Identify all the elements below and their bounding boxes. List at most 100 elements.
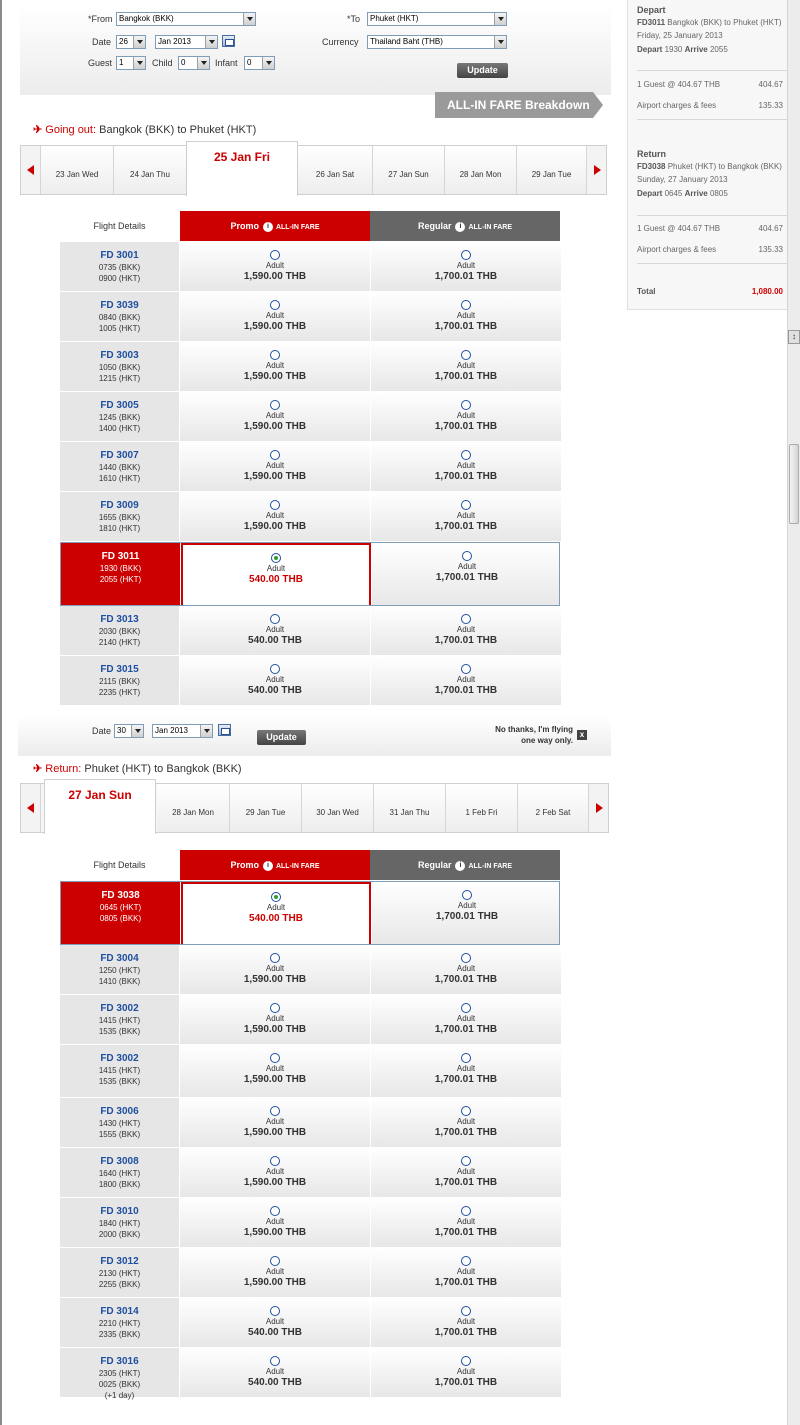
regular-fare-cell[interactable]: Adult 1,700.01 THB <box>372 882 559 944</box>
info-icon[interactable]: i <box>262 860 273 871</box>
flight-number[interactable]: FD 3011 <box>61 551 180 563</box>
fare-breakdown-button[interactable]: ALL-IN FARE Breakdown <box>435 92 603 118</box>
promo-fare-radio[interactable] <box>270 300 280 310</box>
flight-number[interactable]: FD 3039 <box>60 300 179 312</box>
regular-fare-radio[interactable] <box>461 1106 471 1116</box>
scrollbar-thumb[interactable] <box>789 444 799 524</box>
info-icon[interactable]: i <box>262 221 273 232</box>
promo-fare-cell[interactable]: Adult 540.00 THB <box>180 656 370 706</box>
regular-fare-radio[interactable] <box>461 1053 471 1063</box>
promo-fare-cell[interactable]: Adult 1,590.00 THB <box>180 1098 370 1148</box>
promo-fare-cell[interactable]: Adult 1,590.00 THB <box>180 1148 370 1198</box>
regular-fare-radio[interactable] <box>461 1256 471 1266</box>
regular-fare-cell[interactable]: Adult 1,700.01 THB <box>371 492 561 542</box>
promo-fare-cell[interactable]: Adult 1,590.00 THB <box>180 1198 370 1248</box>
regular-fare-radio[interactable] <box>461 300 471 310</box>
regular-fare-cell[interactable]: Adult 1,700.01 THB <box>371 242 561 292</box>
flight-number[interactable]: FD 3002 <box>60 1003 179 1015</box>
promo-fare-cell[interactable]: Adult 1,590.00 THB <box>180 442 370 492</box>
return-prev-dates[interactable] <box>21 784 41 832</box>
regular-fare-radio[interactable] <box>462 890 472 900</box>
flight-number[interactable]: FD 3014 <box>60 1306 179 1318</box>
return-month-select[interactable]: Jan 2013 <box>152 724 213 738</box>
regular-fare-cell[interactable]: Adult 1,700.01 THB <box>371 392 561 442</box>
regular-fare-cell[interactable]: Adult 1,700.01 THB <box>371 1045 561 1098</box>
flight-number[interactable]: FD 3007 <box>60 450 179 462</box>
regular-fare-cell[interactable]: Adult 1,700.01 THB <box>371 442 561 492</box>
promo-fare-radio[interactable] <box>271 892 281 902</box>
regular-fare-cell[interactable]: Adult 1,700.01 THB <box>371 1148 561 1198</box>
regular-fare-cell[interactable]: Adult 1,700.01 THB <box>371 1348 561 1398</box>
promo-fare-radio[interactable] <box>270 1356 280 1366</box>
regular-fare-cell[interactable]: Adult 1,700.01 THB <box>371 292 561 342</box>
promo-fare-cell[interactable]: Adult 1,590.00 THB <box>180 1248 370 1298</box>
outbound-date-option[interactable]: 26 Jan Sat <box>298 146 373 194</box>
to-select[interactable]: Phuket (HKT) <box>367 12 507 26</box>
promo-fare-cell[interactable]: Adult 1,590.00 THB <box>180 492 370 542</box>
promo-fare-radio[interactable] <box>270 250 280 260</box>
return-date-option[interactable]: 30 Jan Wed <box>302 784 374 832</box>
promo-fare-radio[interactable] <box>270 664 280 674</box>
promo-fare-radio[interactable] <box>270 1256 280 1266</box>
regular-fare-radio[interactable] <box>461 1306 471 1316</box>
regular-fare-cell[interactable]: Adult 1,700.01 THB <box>371 606 561 656</box>
calendar-icon[interactable] <box>218 724 231 736</box>
calendar-icon[interactable] <box>222 35 235 47</box>
from-select[interactable]: Bangkok (BKK) <box>116 12 256 26</box>
regular-fare-radio[interactable] <box>461 250 471 260</box>
promo-fare-radio[interactable] <box>270 614 280 624</box>
regular-fare-radio[interactable] <box>461 1356 471 1366</box>
regular-fare-cell[interactable]: Adult 1,700.01 THB <box>372 543 559 605</box>
return-day-select[interactable]: 30 <box>114 724 144 738</box>
regular-fare-cell[interactable]: Adult 1,700.01 THB <box>371 656 561 706</box>
guest-select[interactable]: 1 <box>116 56 146 70</box>
flight-number[interactable]: FD 3038 <box>61 890 180 902</box>
regular-fare-radio[interactable] <box>461 1003 471 1013</box>
outbound-date-option[interactable]: 28 Jan Mon <box>445 146 517 194</box>
return-next-dates[interactable] <box>588 784 608 832</box>
info-icon[interactable]: i <box>455 860 466 871</box>
flight-number[interactable]: FD 3013 <box>60 614 179 626</box>
flight-number[interactable]: FD 3003 <box>60 350 179 362</box>
regular-fare-cell[interactable]: Adult 1,700.01 THB <box>371 1198 561 1248</box>
currency-select[interactable]: Thailand Baht (THB) <box>367 35 507 49</box>
return-update-button[interactable]: Update <box>257 730 306 745</box>
child-select[interactable]: 0 <box>178 56 210 70</box>
regular-fare-radio[interactable] <box>461 400 471 410</box>
regular-fare-cell[interactable]: Adult 1,700.01 THB <box>371 342 561 392</box>
regular-fare-radio[interactable] <box>461 1156 471 1166</box>
flight-number[interactable]: FD 3015 <box>60 664 179 676</box>
promo-fare-cell[interactable]: Adult 1,590.00 THB <box>180 242 370 292</box>
promo-fare-radio[interactable] <box>270 500 280 510</box>
flight-number[interactable]: FD 3009 <box>60 500 179 512</box>
infant-select[interactable]: 0 <box>244 56 275 70</box>
return-date-option[interactable]: 2 Feb Sat <box>518 784 589 832</box>
info-icon[interactable]: i <box>455 221 466 232</box>
regular-fare-radio[interactable] <box>461 450 471 460</box>
promo-fare-radio[interactable] <box>270 1306 280 1316</box>
promo-fare-cell[interactable]: Adult 1,590.00 THB <box>180 1045 370 1098</box>
close-icon[interactable]: x <box>577 730 587 740</box>
regular-fare-radio[interactable] <box>462 551 472 561</box>
flight-number[interactable]: FD 3016 <box>60 1356 179 1368</box>
promo-fare-radio[interactable] <box>270 350 280 360</box>
regular-fare-radio[interactable] <box>461 350 471 360</box>
promo-fare-cell[interactable]: Adult 540.00 THB <box>180 1298 370 1348</box>
flight-number[interactable]: FD 3012 <box>60 1256 179 1268</box>
promo-fare-radio[interactable] <box>270 400 280 410</box>
regular-fare-cell[interactable]: Adult 1,700.01 THB <box>371 945 561 995</box>
promo-fare-cell[interactable]: Adult 540.00 THB <box>181 543 371 605</box>
return-date-option[interactable]: 1 Feb Fri <box>446 784 518 832</box>
return-date-option[interactable]: 28 Jan Mon <box>157 784 230 832</box>
promo-fare-cell[interactable]: Adult 1,590.00 THB <box>180 995 370 1045</box>
outbound-date-option[interactable]: 24 Jan Thu <box>114 146 187 194</box>
outbound-next-dates[interactable] <box>586 146 606 194</box>
page-scrollbar[interactable]: ↕ <box>787 0 800 1425</box>
promo-fare-radio[interactable] <box>270 1206 280 1216</box>
outbound-date-option[interactable]: 29 Jan Tue <box>517 146 587 194</box>
promo-fare-radio[interactable] <box>270 1106 280 1116</box>
flight-number[interactable]: FD 3004 <box>60 953 179 965</box>
flight-number[interactable]: FD 3006 <box>60 1106 179 1118</box>
promo-fare-cell[interactable]: Adult 1,590.00 THB <box>180 392 370 442</box>
return-date-option[interactable]: 31 Jan Thu <box>374 784 446 832</box>
